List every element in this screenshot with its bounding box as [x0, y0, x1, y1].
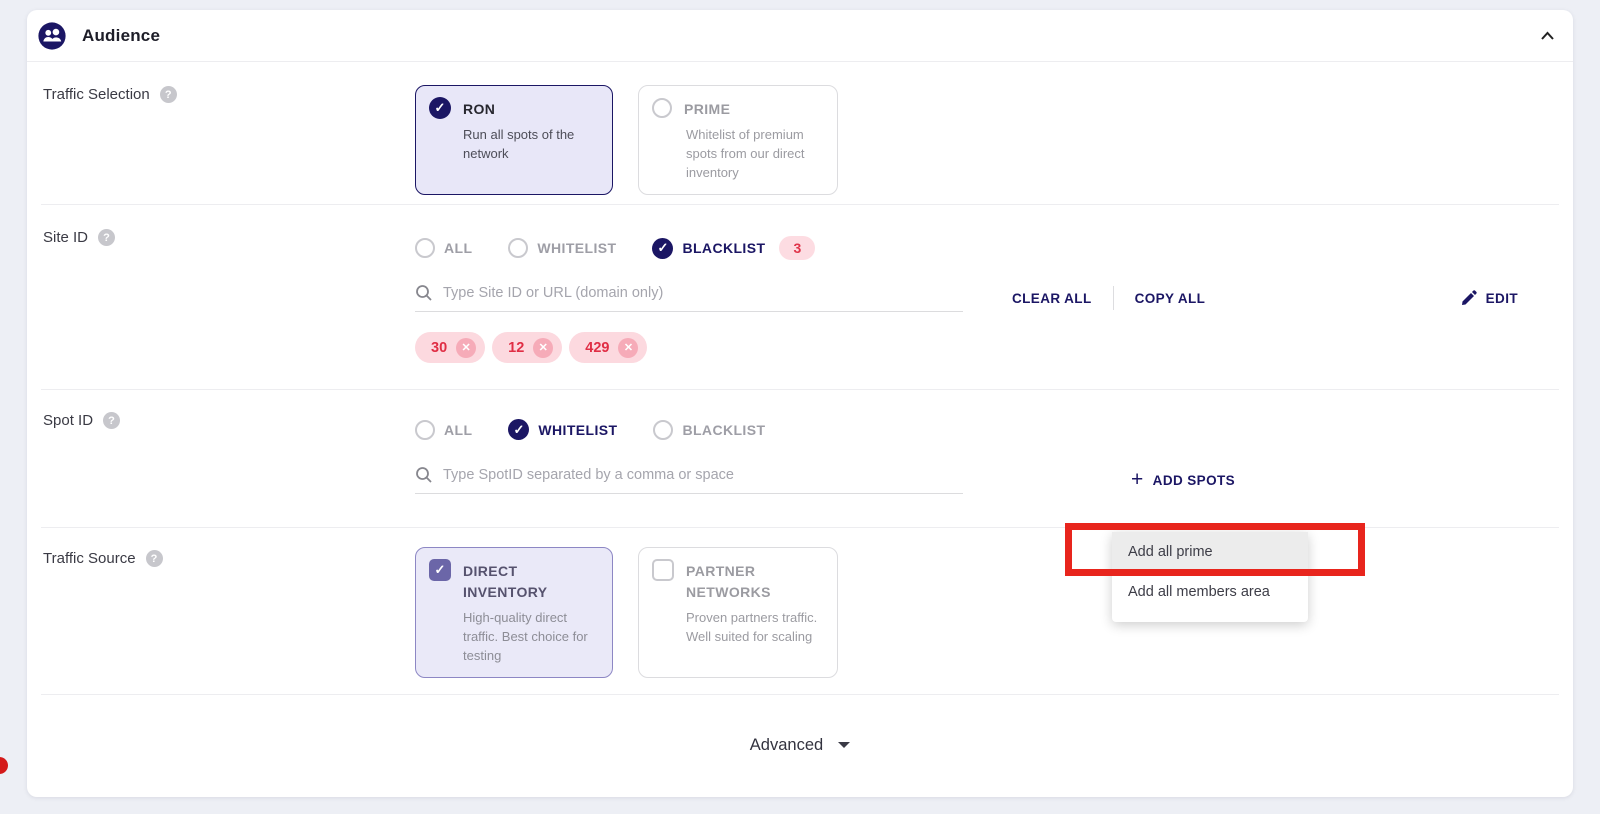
remove-chip-icon[interactable]: ✕ [456, 338, 476, 358]
checkbox-unchecked-icon [652, 559, 674, 581]
screen-edge-red-marker [0, 757, 8, 774]
option-description: Proven partners traffic. Well suited for… [686, 608, 824, 646]
radio-unchecked-icon [653, 420, 673, 440]
plus-icon: + [1131, 471, 1144, 489]
vertical-divider [1113, 286, 1114, 310]
radio-checked-icon: ✓ [508, 419, 529, 440]
site-id-radio-whitelist[interactable]: WHITELIST [508, 238, 616, 258]
radio-checked-icon: ✓ [652, 238, 673, 259]
traffic-selection-label: Traffic Selection ? [41, 62, 415, 204]
spot-id-label: Spot ID ? [41, 390, 415, 527]
advanced-label: Advanced [750, 736, 823, 755]
spot-id-row: Spot ID ? ALL ✓ WHITELIST BLACKLIST [41, 390, 1559, 528]
checkbox-checked-icon: ✓ [429, 559, 451, 581]
site-id-row: Site ID ? ALL WHITELIST ✓ BLACKLIST 3 [41, 205, 1559, 390]
clear-all-button[interactable]: CLEAR ALL [1012, 291, 1092, 306]
search-icon [415, 284, 433, 302]
site-id-search-field[interactable] [415, 284, 963, 312]
copy-all-button[interactable]: COPY ALL [1135, 291, 1206, 306]
spot-id-search-field[interactable] [415, 466, 963, 494]
site-id-radio-blacklist[interactable]: ✓ BLACKLIST 3 [652, 236, 815, 260]
panel-header: Audience [27, 10, 1573, 62]
audience-icon [37, 21, 67, 51]
option-card-direct-inventory[interactable]: ✓ DIRECT INVENTORY High-quality direct t… [415, 547, 613, 678]
spot-id-radio-all[interactable]: ALL [415, 420, 472, 440]
help-icon[interactable]: ? [98, 229, 115, 246]
site-chip: 12 ✕ [492, 332, 562, 363]
collapse-panel-button[interactable] [1540, 31, 1555, 41]
audience-panel: Audience Traffic Selection ? ✓ RON Run a… [27, 10, 1573, 797]
search-icon [415, 466, 433, 484]
pencil-icon [1461, 290, 1477, 306]
option-description: Run all spots of the network [463, 125, 599, 163]
add-spots-button[interactable]: + ADD SPOTS [1131, 471, 1235, 489]
spot-id-radio-blacklist[interactable]: BLACKLIST [653, 420, 765, 440]
radio-unchecked-icon [508, 238, 528, 258]
site-chip: 30 ✕ [415, 332, 485, 363]
option-card-prime[interactable]: PRIME Whitelist of premium spots from ou… [638, 85, 838, 195]
remove-chip-icon[interactable]: ✕ [618, 338, 638, 358]
radio-unchecked-icon [652, 98, 672, 118]
site-id-search-input[interactable] [443, 285, 963, 301]
traffic-source-row: Traffic Source ? ✓ DIRECT INVENTORY High… [41, 528, 1559, 695]
chevron-up-icon [1540, 31, 1555, 41]
help-icon[interactable]: ? [146, 550, 163, 567]
help-icon[interactable]: ? [103, 412, 120, 429]
spot-id-search-input[interactable] [443, 467, 963, 483]
option-title: PRIME [684, 97, 730, 120]
site-chip: 429 ✕ [569, 332, 647, 363]
site-id-chips: 30 ✕ 12 ✕ 429 ✕ [415, 332, 1559, 363]
blacklist-count-badge: 3 [779, 236, 815, 260]
panel-title: Audience [82, 26, 160, 46]
menu-item-add-all-members-area[interactable]: Add all members area [1112, 572, 1308, 612]
traffic-selection-row: Traffic Selection ? ✓ RON Run all spots … [41, 62, 1559, 205]
edit-button[interactable]: EDIT [1461, 290, 1518, 306]
spot-id-radio-whitelist[interactable]: ✓ WHITELIST [508, 419, 617, 440]
option-title: DIRECT INVENTORY [463, 559, 573, 603]
option-description: Whitelist of premium spots from our dire… [686, 125, 824, 182]
site-id-radio-all[interactable]: ALL [415, 238, 472, 258]
option-card-partner-networks[interactable]: PARTNER NETWORKS Proven partners traffic… [638, 547, 838, 678]
option-title: RON [463, 97, 495, 120]
advanced-toggle[interactable]: Advanced [27, 695, 1573, 795]
traffic-source-label: Traffic Source ? [41, 528, 415, 694]
radio-unchecked-icon [415, 420, 435, 440]
add-spots-dropdown: Add all prime Add all members area [1112, 532, 1308, 622]
option-card-ron[interactable]: ✓ RON Run all spots of the network [415, 85, 613, 195]
help-icon[interactable]: ? [160, 86, 177, 103]
radio-checked-icon: ✓ [429, 97, 451, 119]
caret-down-icon [838, 742, 850, 748]
option-description: High-quality direct traffic. Best choice… [463, 608, 599, 665]
site-id-label: Site ID ? [41, 205, 415, 389]
remove-chip-icon[interactable]: ✕ [533, 338, 553, 358]
radio-unchecked-icon [415, 238, 435, 258]
menu-item-add-all-prime[interactable]: Add all prime [1112, 532, 1308, 572]
option-title: PARTNER NETWORKS [686, 559, 806, 603]
